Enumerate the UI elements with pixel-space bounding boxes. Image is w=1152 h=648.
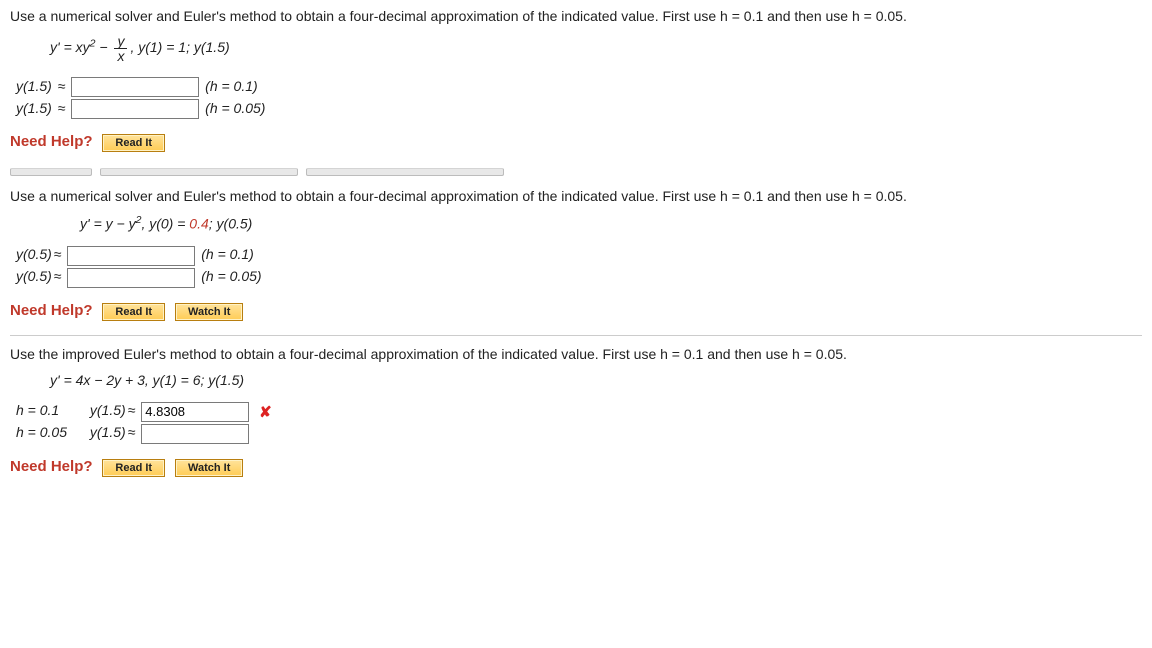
prompt: Use a numerical solver and Euler's metho… [10, 8, 1142, 24]
answer-row: y(0.5)≈ (h = 0.1) [16, 246, 1142, 266]
answer-inputs: y(1.5) ≈ (h = 0.1) y(1.5) ≈ (h = 0.05) [16, 77, 1142, 119]
need-help-label: Need Help? [10, 302, 93, 319]
answer-inputs: h = 0.1 y(1.5)≈ ✘ h = 0.05 y(1.5)≈ [16, 402, 1142, 444]
problem-2: Use a numerical solver and Euler's metho… [10, 188, 1142, 331]
equation: y' = y − y2, y(0) = 0.4; y(0.5) [80, 214, 1142, 232]
need-help-label: Need Help? [10, 133, 93, 150]
problem-1: Use a numerical solver and Euler's metho… [10, 8, 1142, 162]
answer-input-h005[interactable] [67, 268, 195, 288]
prompt: Use a numerical solver and Euler's metho… [10, 188, 1142, 204]
step-size-label: (h = 0.05) [205, 100, 265, 116]
step-size-label: (h = 0.1) [205, 78, 258, 94]
need-help: Need Help? Read It [10, 133, 1142, 152]
section-divider [10, 168, 1142, 176]
answer-input-h01[interactable] [71, 77, 199, 97]
answer-row: h = 0.1 y(1.5)≈ ✘ [16, 402, 1142, 422]
step-size-label: (h = 0.05) [201, 268, 261, 284]
prompt: Use the improved Euler's method to obtai… [10, 346, 1142, 362]
answer-label: y(0.5)≈ [16, 268, 63, 284]
answer-label: y(1.5) ≈ [16, 78, 67, 94]
answer-input-h005[interactable] [71, 99, 199, 119]
answer-label: y(1.5)≈ [90, 402, 137, 418]
answer-input-h01[interactable] [141, 402, 249, 422]
answer-input-h01[interactable] [67, 246, 195, 266]
incorrect-icon: ✘ [259, 403, 272, 421]
answer-inputs: y(0.5)≈ (h = 0.1) y(0.5)≈ (h = 0.05) [16, 246, 1142, 288]
answer-label: y(1.5) ≈ [16, 100, 67, 116]
watch-it-button[interactable]: Watch It [175, 303, 243, 321]
answer-row: y(1.5) ≈ (h = 0.1) [16, 77, 1142, 97]
step-size-pre: h = 0.1 [16, 402, 86, 418]
answer-label: y(0.5)≈ [16, 246, 63, 262]
step-size-label: (h = 0.1) [201, 246, 254, 262]
read-it-button[interactable]: Read It [102, 134, 165, 152]
need-help: Need Help? Read It Watch It [10, 458, 1142, 477]
need-help: Need Help? Read It Watch It [10, 302, 1142, 321]
answer-label: y(1.5)≈ [90, 424, 137, 440]
step-size-pre: h = 0.05 [16, 424, 86, 440]
answer-row: y(0.5)≈ (h = 0.05) [16, 268, 1142, 288]
answer-input-h005[interactable] [141, 424, 249, 444]
read-it-button[interactable]: Read It [102, 303, 165, 321]
need-help-label: Need Help? [10, 458, 93, 475]
equation: y' = xy2 − yx, y(1) = 1; y(1.5) [50, 34, 1142, 63]
watch-it-button[interactable]: Watch It [175, 459, 243, 477]
answer-row: y(1.5) ≈ (h = 0.05) [16, 99, 1142, 119]
equation: y' = 4x − 2y + 3, y(1) = 6; y(1.5) [50, 372, 1142, 388]
read-it-button[interactable]: Read It [102, 459, 165, 477]
answer-row: h = 0.05 y(1.5)≈ [16, 424, 1142, 444]
problem-3: Use the improved Euler's method to obtai… [10, 335, 1142, 487]
